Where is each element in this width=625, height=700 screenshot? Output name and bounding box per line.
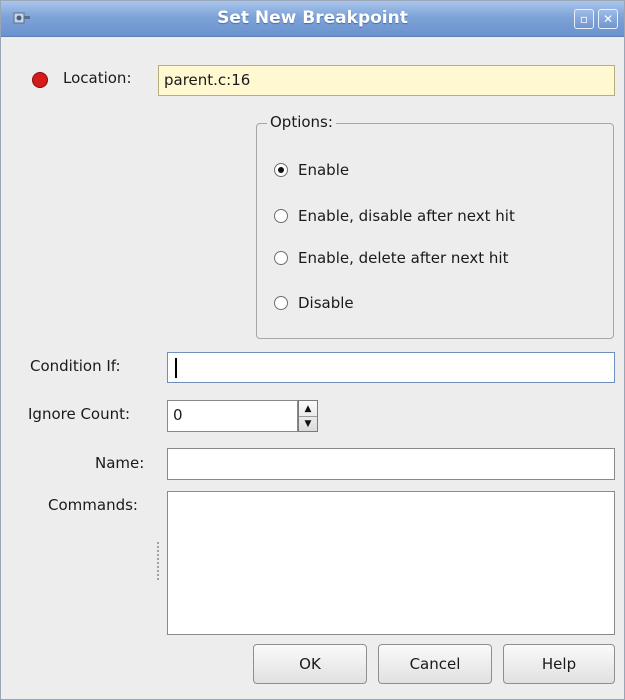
location-field[interactable]: parent.c:16 bbox=[158, 65, 615, 96]
ok-button[interactable]: OK bbox=[253, 644, 367, 684]
help-button[interactable]: Help bbox=[503, 644, 615, 684]
title-bar[interactable]: Set New Breakpoint ▫ ✕ bbox=[1, 1, 624, 37]
radio-label: Disable bbox=[298, 294, 354, 312]
window-title: Set New Breakpoint bbox=[217, 8, 408, 28]
ignore-count-stepper[interactable]: ▲ ▼ bbox=[298, 400, 318, 432]
set-new-breakpoint-dialog: Set New Breakpoint ▫ ✕ Location: parent.… bbox=[0, 0, 625, 700]
spin-up-icon[interactable]: ▲ bbox=[299, 401, 317, 417]
radio-label: Enable, disable after next hit bbox=[298, 207, 515, 225]
radio-enable-delete-after-hit[interactable]: Enable, delete after next hit bbox=[274, 246, 508, 270]
cancel-button[interactable]: Cancel bbox=[378, 644, 492, 684]
radio-label: Enable bbox=[298, 161, 350, 179]
radio-button[interactable] bbox=[274, 251, 288, 265]
text-cursor bbox=[175, 358, 177, 378]
close-icon[interactable]: ✕ bbox=[598, 9, 618, 29]
condition-label: Condition If: bbox=[30, 357, 121, 375]
ignore-count-label: Ignore Count: bbox=[28, 405, 131, 423]
radio-button-checked[interactable] bbox=[274, 163, 288, 177]
name-label: Name: bbox=[95, 454, 145, 472]
maximize-icon[interactable]: ▫ bbox=[574, 9, 594, 29]
spin-down-icon[interactable]: ▼ bbox=[299, 416, 317, 431]
resize-grip-icon[interactable] bbox=[156, 541, 160, 581]
options-group-title: Options: bbox=[267, 113, 336, 131]
radio-disable[interactable]: Disable bbox=[274, 291, 354, 315]
ignore-count-input[interactable]: 0 bbox=[167, 400, 298, 432]
radio-enable-disable-after-hit[interactable]: Enable, disable after next hit bbox=[274, 204, 515, 228]
radio-button[interactable] bbox=[274, 209, 288, 223]
location-label: Location: bbox=[63, 69, 132, 87]
name-input[interactable] bbox=[167, 448, 615, 480]
radio-button[interactable] bbox=[274, 296, 288, 310]
radio-enable[interactable]: Enable bbox=[274, 158, 349, 182]
commands-label: Commands: bbox=[48, 496, 138, 514]
commands-textarea[interactable] bbox=[167, 491, 615, 635]
radio-label: Enable, delete after next hit bbox=[298, 249, 509, 267]
breakpoint-marker-icon bbox=[32, 72, 48, 88]
condition-input[interactable] bbox=[167, 352, 615, 383]
